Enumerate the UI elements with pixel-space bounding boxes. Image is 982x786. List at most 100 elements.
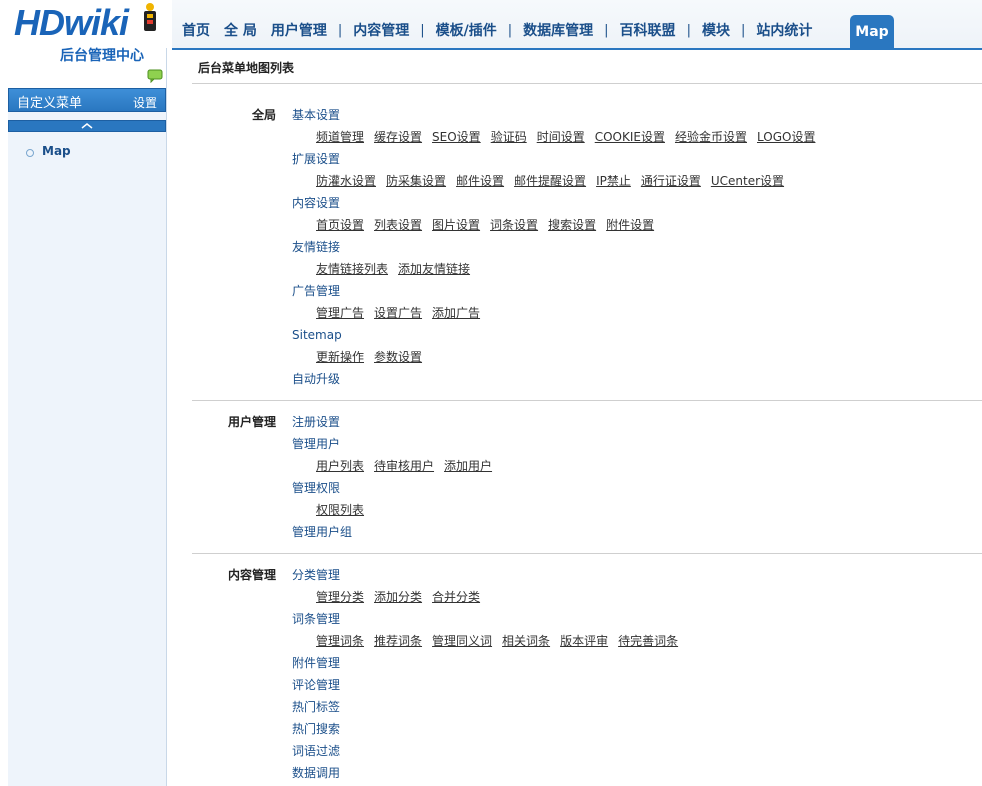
group-comment-management[interactable]: 评论管理 [292,676,340,693]
logo: HDwiki 后台管理中心 [0,0,170,88]
menu-link[interactable]: 参数设置 [374,348,422,365]
menu-link[interactable]: 搜索设置 [548,216,596,233]
menu-link[interactable]: 友情链接列表 [316,260,388,277]
menu-link[interactable]: SEO设置 [432,128,481,145]
nav-separator: | [420,22,425,38]
divider [192,83,982,84]
menu-link[interactable]: 合并分类 [432,588,480,605]
group-data-call[interactable]: 数据调用 [292,764,340,781]
menu-link[interactable]: 邮件提醒设置 [514,172,586,189]
menu-link[interactable]: 版本评审 [560,632,608,649]
group-word-filter[interactable]: 词语过滤 [292,742,340,759]
nav-content-management[interactable]: 内容管理 [351,20,411,40]
sidebar-item-map-label[interactable]: Map [42,144,71,158]
group-links-row: 权限列表 [316,501,374,518]
nav-home[interactable]: 首页 [180,20,212,40]
menu-link[interactable]: 推荐词条 [374,632,422,649]
group-manage-permissions[interactable]: 管理权限 [292,479,340,496]
menu-link[interactable]: 邮件设置 [456,172,504,189]
menu-link[interactable]: 待完善词条 [618,632,678,649]
custom-menu-settings-link[interactable]: 设置 [133,94,157,111]
menu-link[interactable]: 管理同义词 [432,632,492,649]
group-links-row: 频道管理 缓存设置 SEO设置 验证码 时间设置 COOKIE设置 经验金币设置… [316,128,825,145]
sidebar-collapse-bar[interactable] [8,120,166,132]
nav-global[interactable]: 全 局 [222,20,259,40]
top-navigation: 首页 全 局 用户管理 | 内容管理 | 模板/插件 | 数据库管理 | 百科联… [172,0,982,50]
menu-link[interactable]: 添加分类 [374,588,422,605]
nav-wiki-alliance[interactable]: 百科联盟 [618,20,678,40]
menu-link[interactable]: 词条设置 [490,216,538,233]
nav-templates-plugins[interactable]: 模板/插件 [434,20,499,40]
group-basic-settings[interactable]: 基本设置 [292,106,340,123]
sidebar-item-map[interactable]: Map [26,144,71,158]
menu-link[interactable]: 频道管理 [316,128,364,145]
menu-link[interactable]: 首页设置 [316,216,364,233]
nav-items: 首页 全 局 用户管理 | 内容管理 | 模板/插件 | 数据库管理 | 百科联… [180,20,814,40]
group-manage-users[interactable]: 管理用户 [292,435,340,452]
group-manage-user-groups[interactable]: 管理用户组 [292,523,352,540]
menu-link[interactable]: 管理词条 [316,632,364,649]
logo-subtitle: 后台管理中心 [60,48,144,64]
menu-link[interactable]: 缓存设置 [374,128,422,145]
menu-link[interactable]: 时间设置 [537,128,585,145]
group-attachment-management[interactable]: 附件管理 [292,654,340,671]
divider [192,400,982,401]
menu-link[interactable]: 管理分类 [316,588,364,605]
group-entry-management[interactable]: 词条管理 [292,610,340,627]
main-left-border [166,48,167,786]
menu-link[interactable]: 通行证设置 [641,172,701,189]
group-extended-settings[interactable]: 扩展设置 [292,150,340,167]
nav-separator: | [337,22,343,38]
nav-separator: | [507,22,513,38]
menu-link[interactable]: 防灌水设置 [316,172,376,189]
group-auto-upgrade[interactable]: 自动升级 [292,370,340,387]
nav-map-tab[interactable]: Map [850,15,894,48]
logo-text: HDwiki [14,2,129,43]
menu-link[interactable]: 验证码 [491,128,527,145]
group-friend-links[interactable]: 友情链接 [292,238,340,255]
circle-bullet-icon [26,148,34,157]
nav-site-statistics[interactable]: 站内统计 [754,20,814,40]
menu-link[interactable]: IP禁止 [596,172,631,189]
group-ad-management[interactable]: 广告管理 [292,282,340,299]
section-title-content-management: 内容管理 [227,568,276,582]
menu-link[interactable]: 设置广告 [374,304,422,321]
menu-link[interactable]: 更新操作 [316,348,364,365]
group-links-row: 友情链接列表 添加友情链接 [316,260,480,277]
nav-database-management[interactable]: 数据库管理 [521,20,595,40]
group-hot-tags[interactable]: 热门标签 [292,698,340,715]
menu-link[interactable]: 添加广告 [432,304,480,321]
menu-link[interactable]: 添加用户 [444,457,492,474]
group-content-settings[interactable]: 内容设置 [292,194,340,211]
menu-link[interactable]: COOKIE设置 [595,128,665,145]
menu-link[interactable]: LOGO设置 [757,128,815,145]
menu-link[interactable]: 待审核用户 [374,457,434,474]
menu-link[interactable]: 用户列表 [316,457,364,474]
nav-modules[interactable]: 模块 [700,20,732,40]
menu-link[interactable]: 防采集设置 [386,172,446,189]
menu-link[interactable]: 列表设置 [374,216,422,233]
menu-link[interactable]: 权限列表 [316,501,364,518]
group-links-row: 防灌水设置 防采集设置 邮件设置 邮件提醒设置 IP禁止 通行证设置 UCent… [316,172,794,189]
menu-link[interactable]: 附件设置 [606,216,654,233]
chat-icon[interactable] [147,69,163,83]
menu-link[interactable]: 添加友情链接 [398,260,470,277]
menu-link[interactable]: UCenter设置 [711,172,784,189]
menu-link[interactable]: 经验金币设置 [675,128,747,145]
nav-user-management[interactable]: 用户管理 [269,20,329,40]
menu-link[interactable]: 相关词条 [502,632,550,649]
custom-menu-header: 自定义菜单 设置 [8,88,166,112]
logo-badge-icon [144,3,156,31]
group-registration-settings[interactable]: 注册设置 [292,413,340,430]
group-sitemap[interactable]: Sitemap [292,328,342,342]
sidebar: 自定义菜单 设置 Map [8,88,167,786]
menu-link[interactable]: 管理广告 [316,304,364,321]
group-category-management[interactable]: 分类管理 [292,566,340,583]
section-title-global: 全局 [251,108,276,122]
group-links-row: 首页设置 列表设置 图片设置 词条设置 搜索设置 附件设置 [316,216,664,233]
group-links-row: 管理分类 添加分类 合并分类 [316,588,490,605]
page-title: 后台菜单地图列表 [198,61,295,75]
section-title-user-management: 用户管理 [227,415,276,429]
menu-link[interactable]: 图片设置 [432,216,480,233]
group-hot-searches[interactable]: 热门搜索 [292,720,340,737]
